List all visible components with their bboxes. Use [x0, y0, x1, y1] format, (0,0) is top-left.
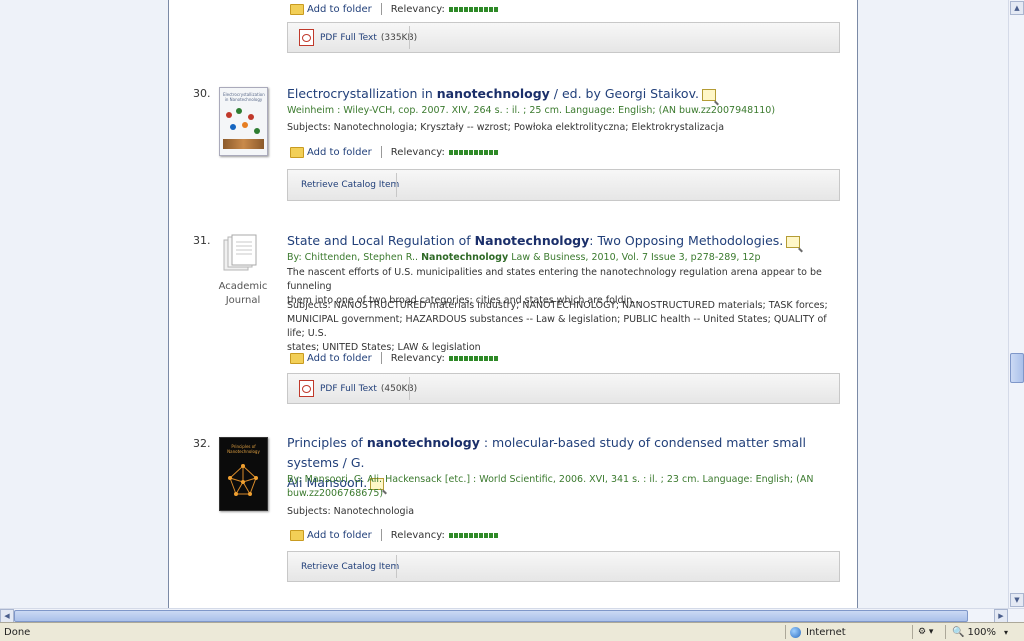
- relevancy-bar: [448, 355, 498, 361]
- relevancy-label: Relevancy:: [390, 3, 445, 15]
- pdf-icon: [299, 380, 314, 397]
- cover-title: Electrocrystallization in Nanotechnology: [223, 92, 265, 102]
- panel-separator: [409, 377, 410, 400]
- result-number: 30.: [193, 87, 211, 100]
- add-to-folder-link[interactable]: Add to folder: [307, 353, 372, 364]
- result-meta: Weinheim : Wiley-VCH, cop. 2007. XIV, 26…: [287, 105, 776, 116]
- preview-icon[interactable]: [701, 88, 716, 101]
- fulltext-panel: PDF Full Text (335KB): [287, 22, 840, 53]
- pdf-icon: [299, 29, 314, 46]
- folder-icon[interactable]: [290, 352, 304, 364]
- document-type-label: Academic Journal: [218, 281, 268, 306]
- scroll-right-button[interactable]: ▶: [994, 609, 1008, 623]
- result-meta: By: Chittenden, Stephen R.. Nanotechnolo…: [287, 252, 761, 263]
- result-number: 31.: [193, 234, 211, 247]
- panel-separator: [409, 26, 410, 49]
- folder-icon[interactable]: [290, 146, 304, 158]
- panel-separator: [396, 173, 397, 197]
- retrieve-catalog-item-link[interactable]: Retrieve Catalog Item: [301, 552, 399, 581]
- add-to-folder-link[interactable]: Add to folder: [307, 4, 372, 15]
- relevancy-bar: [448, 149, 498, 155]
- separator: [380, 146, 382, 158]
- protected-mode-button[interactable]: ⚙ ▾: [918, 625, 933, 639]
- catalog-panel: Retrieve Catalog Item: [287, 551, 840, 582]
- catalog-panel: Retrieve Catalog Item: [287, 169, 840, 201]
- separator: [380, 3, 382, 15]
- book-cover-thumbnail[interactable]: Electrocrystallization in Nanotechnology: [219, 87, 268, 156]
- result-actions: Add to folder Relevancy:: [290, 2, 498, 16]
- book-cover-thumbnail[interactable]: Principles of Nanotechnology: [219, 437, 268, 511]
- cover-title: Principles of Nanotechnology: [227, 444, 260, 454]
- chevron-down-icon: ▾: [1004, 627, 1009, 637]
- fulltext-panel: PDF Full Text (450KB): [287, 373, 840, 404]
- vertical-scrollbar[interactable]: ▲ ▼: [1008, 0, 1024, 608]
- pdf-full-text-link[interactable]: PDF Full Text (450KB): [299, 374, 417, 403]
- globe-icon: [790, 626, 801, 638]
- relevancy-bar: [448, 6, 498, 12]
- add-to-folder-link[interactable]: Add to folder: [307, 530, 372, 541]
- zoom-button[interactable]: 🔍 100% ▾: [952, 625, 1008, 639]
- result-title[interactable]: State and Local Regulation of Nanotechno…: [287, 231, 832, 251]
- security-zone: Internet: [790, 625, 846, 639]
- scroll-up-button[interactable]: ▲: [1010, 1, 1024, 15]
- relevancy-label: Relevancy:: [390, 146, 445, 158]
- pdf-size: (450KB): [380, 383, 418, 394]
- retrieve-catalog-item-link[interactable]: Retrieve Catalog Item: [301, 170, 399, 200]
- scroll-left-button[interactable]: ◀: [0, 609, 14, 623]
- relevancy-label: Relevancy:: [390, 352, 445, 364]
- result-actions: Add to folder Relevancy:: [290, 351, 498, 365]
- result-number: 32.: [193, 437, 211, 450]
- separator: [380, 529, 382, 541]
- panel-separator: [396, 555, 397, 578]
- status-text: Done: [4, 626, 31, 638]
- zoom-icon: 🔍: [952, 626, 965, 638]
- pdf-full-text-link[interactable]: PDF Full Text (335KB): [299, 23, 417, 52]
- status-bar: Done Internet ⚙ ▾ 🔍 100% ▾: [0, 622, 1024, 641]
- horizontal-scrollbar[interactable]: ◀ ▶: [0, 608, 1024, 623]
- result-subjects: Subjects: Nanotechnologia: [287, 506, 415, 517]
- folder-icon[interactable]: [290, 529, 304, 541]
- browser-viewport: Add to folder Relevancy: PDF Full Text (…: [0, 0, 1008, 608]
- vertical-scroll-thumb[interactable]: [1010, 353, 1024, 383]
- horizontal-scroll-thumb[interactable]: [14, 610, 968, 622]
- folder-icon[interactable]: [290, 3, 304, 15]
- result-title[interactable]: Electrocrystallization in nanotechnology…: [287, 84, 832, 104]
- pdf-label[interactable]: PDF Full Text: [320, 33, 377, 43]
- result-actions: Add to folder Relevancy:: [290, 145, 498, 159]
- pdf-label[interactable]: PDF Full Text: [320, 384, 377, 394]
- academic-journal-icon: [223, 234, 257, 271]
- relevancy-bar: [448, 532, 498, 538]
- result-actions: Add to folder Relevancy:: [290, 528, 498, 542]
- relevancy-label: Relevancy:: [390, 529, 445, 541]
- result-subjects: Subjects: NANOSTRUCTURED materials indus…: [287, 300, 828, 353]
- result-meta: By: Mansoori, G. Ali. Hackensack [etc.] …: [287, 474, 814, 499]
- preview-icon[interactable]: [786, 235, 801, 248]
- result-subjects: Subjects: Nanotechnologia; Kryształy -- …: [287, 122, 725, 133]
- add-to-folder-link[interactable]: Add to folder: [307, 147, 372, 158]
- pdf-size: (335KB): [380, 32, 418, 43]
- scroll-down-button[interactable]: ▼: [1010, 593, 1024, 607]
- separator: [380, 352, 382, 364]
